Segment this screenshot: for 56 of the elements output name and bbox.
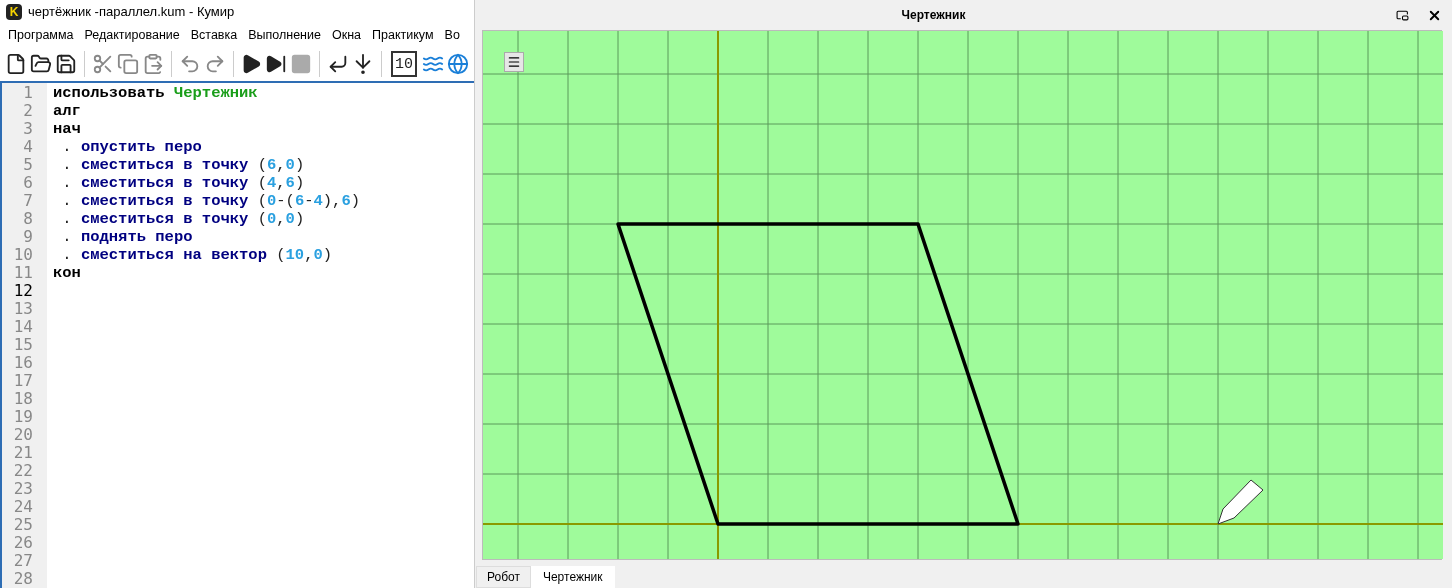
code-line: . опустить перо (61, 138, 203, 156)
line-number: 27 (12, 552, 34, 570)
code-line: . сместиться в точку (0-(6-4),6) (61, 192, 362, 210)
line-number: 15 (12, 336, 34, 354)
menu-item[interactable]: Выполнение (248, 26, 321, 46)
window-title: Чертежник (900, 7, 967, 24)
line-number: 4 (22, 138, 34, 156)
line-number: 16 (12, 354, 34, 372)
line-number: 28 (12, 570, 34, 588)
code-line: алг (53, 102, 82, 120)
line-number: 1 (22, 84, 34, 102)
code-line: . сместиться в точку (4,6) (61, 174, 306, 192)
tab[interactable]: Чертежник (530, 566, 615, 588)
line-number: 18 (12, 390, 34, 408)
menu-item[interactable]: Программа (8, 26, 74, 46)
app-logo: K (6, 4, 22, 20)
code-line: кон (53, 264, 82, 282)
line-number: 11 (12, 264, 34, 282)
line-number: 13 (12, 300, 34, 318)
line-number: 22 (12, 462, 34, 480)
code-line: . сместиться в точку (0,0) (61, 210, 306, 228)
line-number: 2 (22, 102, 34, 120)
line-number: 12 (12, 282, 34, 300)
pen-icon (1217, 479, 1264, 525)
window-title: чертёжник -параллел.kum - Кумир (28, 3, 235, 22)
line-number: 24 (12, 498, 34, 516)
code-line: . сместиться на вектор (10,0) (61, 246, 334, 264)
code-line: . поднять перо (61, 228, 194, 246)
restore-icon (1395, 8, 1409, 22)
line-number: 3 (22, 120, 34, 138)
line-number: 8 (22, 210, 34, 228)
menu-item[interactable]: Практикум (372, 26, 434, 46)
line-number: 7 (22, 192, 34, 210)
code-line: . сместиться в точку (6,0) (61, 156, 306, 174)
line-number: 6 (22, 174, 34, 192)
menu-icon (507, 55, 521, 69)
line-number: 23 (12, 480, 34, 498)
counter-button[interactable]: 10 (391, 51, 417, 78)
code-line: использовать Чертежник (53, 84, 259, 102)
menu-item[interactable]: Во (444, 26, 460, 46)
line-number: 26 (12, 534, 34, 552)
line-number: 17 (12, 372, 34, 390)
line-number: 9 (22, 228, 34, 246)
line-number: 20 (12, 426, 34, 444)
line-number: 21 (12, 444, 34, 462)
tab[interactable]: Робот (476, 566, 531, 588)
line-number: 19 (12, 408, 34, 426)
menu-item[interactable]: Вставка (190, 26, 238, 46)
line-number: 10 (12, 246, 34, 264)
line-number: 14 (12, 318, 34, 336)
line-number: 25 (12, 516, 34, 534)
code-line: нач (53, 120, 82, 138)
line-number: 5 (22, 156, 34, 174)
menu-item[interactable]: Окна (331, 26, 361, 46)
menu-button[interactable] (504, 52, 524, 72)
menu-item[interactable]: Редактирование (84, 26, 180, 46)
